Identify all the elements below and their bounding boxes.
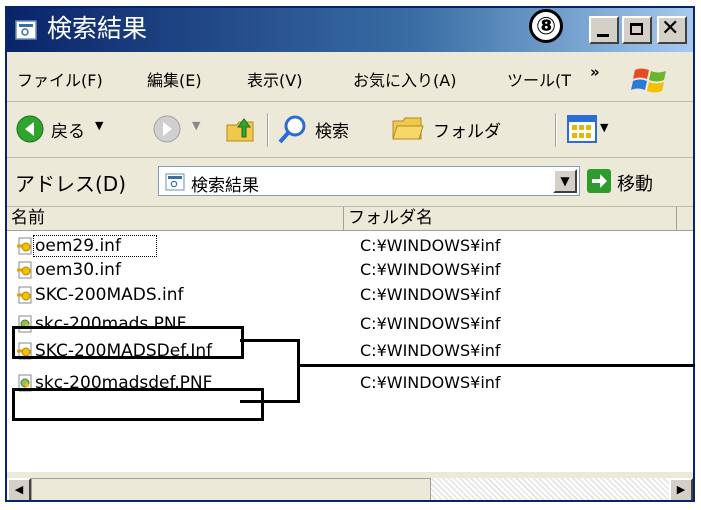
folder-up-icon[interactable] — [225, 113, 257, 145]
address-label: アドレス(D) — [15, 172, 127, 196]
back-button[interactable]: 戻る ▼ — [15, 111, 151, 147]
back-dropdown-icon[interactable]: ▼ — [95, 119, 103, 132]
menu-overflow-chevron[interactable]: » — [590, 63, 600, 81]
forward-dropdown-icon[interactable]: ▼ — [192, 119, 200, 132]
scroll-left-button[interactable]: ◀ — [7, 478, 31, 500]
search-results-icon — [15, 20, 37, 40]
column-header-name[interactable]: 名前 — [7, 207, 344, 231]
file-name: SKC-200MADS.inf — [35, 285, 184, 305]
column-header-name-label: 名前 — [11, 208, 45, 228]
toolbar-separator — [555, 113, 557, 147]
address-bar: アドレス(D) 検索結果 ▼ 移動 — [7, 158, 693, 207]
connector-bracket — [240, 339, 300, 403]
inf-file-icon — [17, 286, 32, 304]
search-label: 検索 — [315, 122, 349, 142]
folder-path: C:¥WINDOWS¥inf — [360, 236, 501, 255]
menu-favorites[interactable]: お気に入り(A) — [353, 67, 456, 91]
close-icon: ✕ — [661, 16, 680, 41]
list-item[interactable]: oem29.inf C:¥WINDOWS¥inf — [7, 235, 693, 258]
connector-line — [300, 364, 695, 367]
column-header-extra[interactable] — [677, 207, 693, 231]
menu-tools[interactable]: ツール(T — [507, 67, 571, 91]
views-button[interactable]: ▼ — [567, 113, 617, 145]
back-arrow-icon — [16, 115, 44, 143]
file-name: oem29.inf — [35, 236, 121, 256]
back-label: 戻る — [51, 122, 85, 142]
scroll-left-icon: ◀ — [14, 483, 24, 496]
address-value: 検索結果 — [191, 176, 259, 196]
highlight-box — [12, 326, 244, 359]
maximize-button[interactable] — [622, 16, 652, 44]
search-button[interactable]: 検索 — [277, 111, 389, 147]
folder-path: C:¥WINDOWS¥inf — [360, 341, 501, 360]
highlight-box — [12, 388, 264, 421]
address-field[interactable]: 検索結果 — [158, 166, 580, 196]
chevron-down-icon: ▼ — [560, 174, 570, 188]
go-button-label[interactable]: 移動 — [617, 170, 653, 196]
inf-file-icon — [17, 261, 32, 279]
forward-button[interactable]: ▼ — [152, 111, 212, 147]
title-bar[interactable]: 検索結果 ⑧ ✕ — [7, 8, 693, 52]
menu-file[interactable]: ファイル(F) — [17, 67, 103, 91]
list-item[interactable]: oem30.inf C:¥WINDOWS¥inf — [7, 260, 693, 282]
forward-arrow-icon — [153, 115, 181, 143]
minimize-icon — [597, 34, 609, 37]
folder-path: C:¥WINDOWS¥inf — [360, 260, 501, 279]
horizontal-scrollbar[interactable]: ◀ ▶ — [7, 478, 693, 500]
column-header-folder[interactable]: フォルダ名 — [344, 207, 677, 231]
folders-button[interactable]: フォルダ — [391, 111, 541, 147]
menu-bar: ファイル(F) 編集(E) 表示(V) お気に入り(A) ツール(T » — [7, 53, 693, 102]
scroll-right-button[interactable]: ▶ — [669, 478, 693, 500]
close-button[interactable]: ✕ — [657, 16, 687, 44]
views-dropdown-icon[interactable]: ▼ — [600, 121, 608, 134]
folder-path: C:¥WINDOWS¥inf — [360, 373, 501, 392]
go-arrow-icon[interactable] — [587, 169, 611, 193]
search-results-small-icon — [165, 173, 185, 191]
maximize-icon — [630, 23, 643, 35]
folder-icon — [392, 117, 424, 140]
address-dropdown-button[interactable]: ▼ — [553, 169, 577, 193]
minimize-button[interactable] — [589, 16, 619, 44]
list-item[interactable]: SKC-200MADS.inf C:¥WINDOWS¥inf — [7, 285, 693, 307]
toolbar-separator — [267, 113, 269, 147]
folders-label: フォルダ — [433, 122, 501, 142]
explorer-window: 検索結果 ⑧ ✕ ファイル(F) 編集(E) 表示(V) お気に入り(A) ツー… — [5, 6, 695, 502]
search-icon — [278, 115, 306, 144]
menu-view[interactable]: 表示(V) — [247, 67, 302, 91]
folder-path: C:¥WINDOWS¥inf — [360, 314, 501, 333]
menu-edit[interactable]: 編集(E) — [147, 67, 202, 91]
window-title: 検索結果 — [47, 14, 148, 43]
standard-toolbar: 戻る ▼ ▼ 検索 フォルダ ▼ — [7, 103, 693, 158]
scroll-thumb[interactable] — [31, 478, 431, 500]
file-name: oem30.inf — [35, 260, 121, 280]
step-callout-badge: ⑧ — [529, 9, 563, 43]
inf-file-icon — [17, 237, 32, 255]
views-icon — [567, 115, 597, 143]
windows-logo-icon — [631, 68, 666, 93]
folder-path: C:¥WINDOWS¥inf — [360, 285, 501, 304]
column-header-folder-label: フォルダ名 — [348, 208, 433, 228]
scroll-right-icon: ▶ — [676, 483, 686, 496]
